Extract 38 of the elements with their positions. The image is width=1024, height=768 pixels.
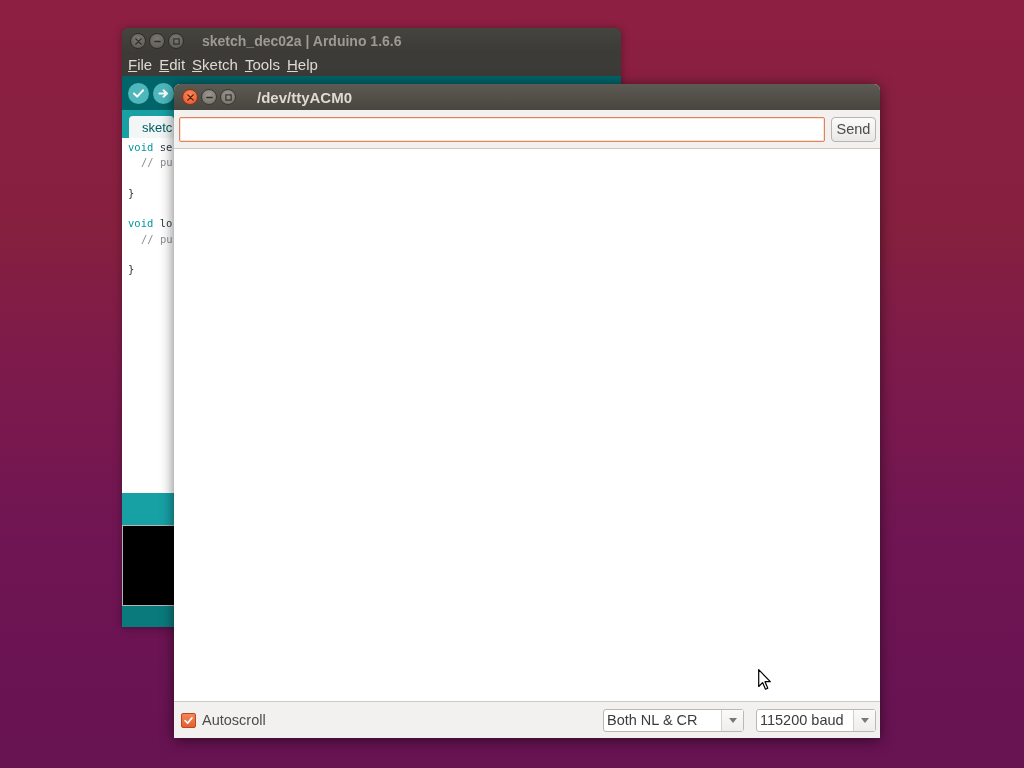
caret-icon [728, 717, 737, 723]
code-line: } [128, 262, 135, 278]
minimize-button[interactable] [149, 33, 165, 49]
menu-item[interactable]: Sketch [189, 56, 241, 74]
message-input-field[interactable] [179, 116, 825, 142]
right-arrow-icon [158, 88, 169, 98]
baud-rate-dropdown[interactable]: 115200 baud [756, 708, 876, 732]
send-button[interactable]: Send [831, 116, 876, 142]
code-line: // pu [141, 155, 173, 171]
maximize-icon [172, 37, 180, 45]
mouse-pointer-icon [758, 669, 771, 690]
code-line: } [128, 185, 135, 201]
code-line: void lo [128, 216, 173, 232]
minimize-button[interactable] [201, 89, 217, 105]
close-icon [186, 93, 194, 101]
autoscroll-checkbox[interactable] [181, 712, 196, 728]
window-title: sketch_dec02a | Arduino 1.6.6 [202, 33, 402, 49]
verify-button[interactable] [128, 82, 149, 104]
menu-item[interactable]: File [125, 56, 156, 74]
maximize-button[interactable] [220, 89, 236, 105]
menu-item[interactable]: Edit [156, 56, 189, 74]
caret-icon [860, 717, 869, 723]
menu-item[interactable]: Help [283, 56, 321, 74]
close-button[interactable] [182, 89, 198, 105]
maximize-icon [224, 93, 232, 101]
close-button[interactable] [130, 33, 146, 49]
check-icon [133, 88, 144, 98]
maximize-button[interactable] [168, 33, 184, 49]
sketch-tab[interactable]: sketc [129, 116, 174, 138]
menu-item[interactable]: Tools [241, 56, 283, 74]
line-ending-dropdown[interactable]: Both NL & CR [603, 708, 744, 732]
check-icon [184, 716, 193, 724]
code-line: void se [128, 140, 173, 155]
autoscroll-label[interactable]: Autoscroll [202, 712, 266, 728]
close-icon [134, 37, 142, 45]
code-line: // pu [141, 231, 173, 247]
window-title: /dev/ttyACM0 [257, 88, 353, 106]
upload-button[interactable] [153, 82, 174, 104]
